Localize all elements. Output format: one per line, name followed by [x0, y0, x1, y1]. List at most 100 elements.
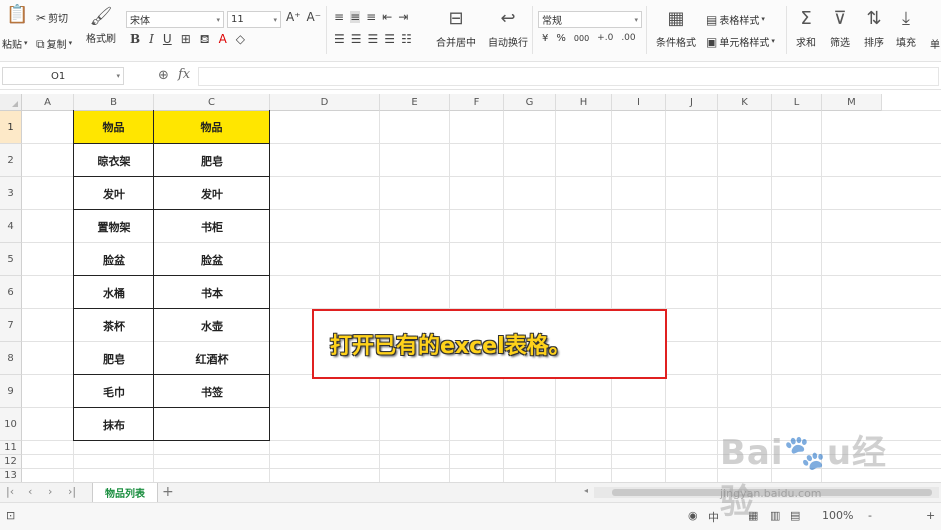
sum-button[interactable]: Σ 求和: [796, 10, 816, 50]
font-name-select[interactable]: 宋体 ▾: [126, 11, 224, 28]
name-box[interactable]: O1 ▾: [2, 67, 124, 85]
copy-button[interactable]: ⧉ 复制 ▾: [36, 36, 72, 52]
align-left-icon[interactable]: ☰: [334, 33, 345, 45]
table-cell[interactable]: 发叶: [74, 177, 154, 210]
column-header[interactable]: D: [270, 94, 380, 111]
paste-button[interactable]: 📋: [6, 6, 28, 24]
align-right-icon[interactable]: ☰: [368, 33, 379, 45]
scrollbar-thumb[interactable]: [612, 489, 932, 496]
table-cell[interactable]: 书签: [154, 375, 270, 408]
formula-input[interactable]: [198, 67, 939, 86]
font-color-icon[interactable]: A: [219, 33, 227, 45]
add-sheet-button[interactable]: +: [162, 484, 174, 500]
zoom-out-button[interactable]: -: [868, 509, 872, 522]
decrease-decimal-icon[interactable]: .00: [621, 34, 635, 43]
row-header[interactable]: 3: [0, 177, 22, 210]
cell-style-button[interactable]: ▣ 单元格样式 ▾: [706, 34, 775, 50]
table-cell[interactable]: 发叶: [154, 177, 270, 210]
table-cell[interactable]: [154, 408, 270, 441]
table-cell[interactable]: 水壶: [154, 309, 270, 342]
align-bottom-icon[interactable]: ≡: [366, 11, 376, 23]
row-header[interactable]: 11: [0, 441, 22, 455]
percent-button[interactable]: %: [556, 33, 566, 44]
conditional-format-button[interactable]: ▦ 条件格式: [656, 10, 696, 50]
bold-icon[interactable]: B: [130, 33, 140, 45]
prev-sheet-icon[interactable]: ‹: [28, 485, 32, 498]
table-cell[interactable]: 书柜: [154, 210, 270, 243]
italic-icon[interactable]: I: [149, 33, 154, 45]
underline-icon[interactable]: U: [163, 33, 172, 45]
sort-button[interactable]: ⇅ 排序: [864, 10, 884, 50]
first-sheet-icon[interactable]: |‹: [6, 485, 14, 498]
justify-icon[interactable]: ☰: [384, 33, 395, 45]
distributed-icon[interactable]: ☷: [401, 33, 412, 45]
table-style-button[interactable]: ▤ 表格样式 ▾: [706, 12, 765, 28]
thousands-button[interactable]: 000: [574, 34, 589, 43]
next-sheet-icon[interactable]: ›: [48, 485, 52, 498]
table-cell[interactable]: 置物架: [74, 210, 154, 243]
table-cell[interactable]: 脸盆: [74, 243, 154, 276]
horizontal-scrollbar[interactable]: [594, 487, 939, 498]
row-header[interactable]: 1: [0, 111, 22, 144]
column-header[interactable]: B: [74, 94, 154, 111]
zoom-level[interactable]: 100%: [822, 509, 853, 522]
more-button[interactable]: 单: [930, 36, 940, 51]
clear-icon[interactable]: ◇: [236, 33, 245, 45]
last-sheet-icon[interactable]: ›|: [68, 485, 76, 498]
number-format-select[interactable]: 常规 ▾: [538, 11, 642, 28]
table-cell[interactable]: 红酒杯: [154, 342, 270, 375]
filter-button[interactable]: ⊽ 筛选: [830, 10, 850, 50]
column-header[interactable]: M: [822, 94, 882, 111]
column-header[interactable]: C: [154, 94, 270, 111]
fill-button[interactable]: ⤓ 填充: [896, 10, 916, 50]
merge-center-button[interactable]: ⊟ 合并居中: [436, 10, 476, 50]
table-header-cell[interactable]: 物品: [74, 111, 153, 143]
column-header[interactable]: E: [380, 94, 450, 111]
table-header-cell[interactable]: 物品: [154, 111, 269, 143]
fx-button[interactable]: fx: [178, 67, 190, 82]
select-all-button[interactable]: [0, 94, 22, 111]
row-header[interactable]: 2: [0, 144, 22, 177]
column-header[interactable]: L: [772, 94, 822, 111]
table-cell[interactable]: 晾衣架: [74, 144, 154, 177]
column-header[interactable]: I: [612, 94, 666, 111]
align-center-icon[interactable]: ☰: [351, 33, 362, 45]
wrap-text-button[interactable]: ↩ 自动换行: [488, 10, 528, 50]
table-cell[interactable]: 茶杯: [74, 309, 154, 342]
table-cell[interactable]: 肥皂: [154, 144, 270, 177]
column-header[interactable]: A: [22, 94, 74, 111]
row-header[interactable]: 10: [0, 408, 22, 441]
increase-decimal-icon[interactable]: +.0: [597, 34, 613, 43]
border-icon[interactable]: ⊞: [181, 33, 191, 45]
table-cell[interactable]: 毛巾: [74, 375, 154, 408]
table-cell[interactable]: 脸盆: [154, 243, 270, 276]
input-method-icon[interactable]: 中: [708, 509, 719, 525]
eye-protection-icon[interactable]: ◉: [688, 509, 698, 522]
align-top-icon[interactable]: ≡: [334, 11, 344, 23]
table-cell[interactable]: 肥皂: [74, 342, 154, 375]
row-header[interactable]: 9: [0, 375, 22, 408]
decrease-font-icon[interactable]: A⁻: [307, 11, 322, 23]
sheet-tab-active[interactable]: 物品列表: [92, 483, 158, 502]
zoom-in-button[interactable]: +: [926, 509, 935, 522]
font-size-select[interactable]: 11 ▾: [227, 11, 281, 28]
format-painter-button[interactable]: 🖌 格式刷: [86, 8, 116, 46]
currency-button[interactable]: ¥: [542, 33, 548, 44]
row-header[interactable]: 5: [0, 243, 22, 276]
scroll-left-icon[interactable]: ◂: [584, 486, 588, 495]
column-header[interactable]: K: [718, 94, 772, 111]
row-header[interactable]: 13: [0, 469, 22, 482]
fill-color-icon[interactable]: ⛾: [200, 33, 210, 45]
align-middle-icon[interactable]: ≡: [350, 11, 361, 23]
increase-font-icon[interactable]: A⁺: [286, 11, 301, 23]
macro-record-icon[interactable]: ⊡: [6, 509, 15, 522]
indent-increase-icon[interactable]: ⇥: [398, 11, 408, 23]
column-header[interactable]: F: [450, 94, 504, 111]
normal-view-icon[interactable]: ▦: [748, 509, 758, 522]
paste-label-button[interactable]: 粘贴 ▾: [2, 36, 28, 52]
page-layout-icon[interactable]: ▥: [770, 509, 780, 522]
indent-decrease-icon[interactable]: ⇤: [382, 11, 392, 23]
row-header[interactable]: 6: [0, 276, 22, 309]
column-header[interactable]: J: [666, 94, 718, 111]
row-header[interactable]: 8: [0, 342, 22, 375]
